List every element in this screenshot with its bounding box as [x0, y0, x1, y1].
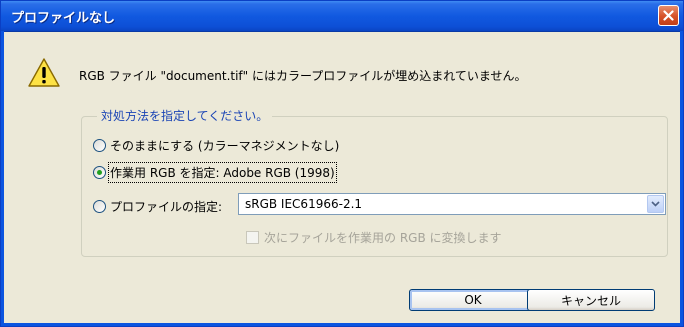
window-frame-right — [680, 31, 683, 326]
convert-checkbox — [246, 231, 259, 244]
radio-label: そのままにする (カラーマネジメントなし) — [110, 139, 340, 153]
message-text: RGB ファイル "document.tif" にはカラープロファイルが埋め込ま… — [79, 69, 527, 83]
close-button[interactable] — [658, 5, 679, 26]
profile-dropdown[interactable]: sRGB IEC61966-2.1 — [238, 193, 666, 215]
close-icon — [663, 10, 674, 21]
convert-checkbox-label: 次にファイルを作業用の RGB に変換します — [264, 231, 502, 245]
radio-leave-as-is[interactable]: そのままにする (カラーマネジメントなし) — [93, 137, 339, 154]
warning-icon — [28, 58, 60, 87]
radio-label: プロファイルの指定: — [110, 200, 223, 214]
radio-label: 作業用 RGB を指定: Adobe RGB (1998) — [108, 162, 337, 183]
cancel-button[interactable]: キャンセル — [527, 289, 655, 311]
radio-button[interactable] — [93, 200, 106, 213]
title-bar[interactable]: プロファイルなし — [1, 1, 683, 32]
window-frame-left — [1, 31, 4, 326]
chevron-down-icon — [651, 201, 660, 207]
radio-assign-working-rgb[interactable]: 作業用 RGB を指定: Adobe RGB (1998) — [93, 162, 337, 183]
radio-button[interactable] — [93, 139, 106, 152]
convert-checkbox-row: 次にファイルを作業用の RGB に変換します — [246, 229, 502, 246]
dialog-title: プロファイルなし — [11, 11, 116, 26]
ok-button[interactable]: OK — [409, 289, 537, 311]
dialog-window: プロファイルなし RGB ファイル "document.tif" にはカラープロ… — [0, 0, 684, 327]
window-frame-bottom — [1, 323, 683, 326]
radio-button-selected[interactable] — [93, 166, 106, 179]
profile-dropdown-value: sRGB IEC61966-2.1 — [245, 197, 363, 211]
radio-assign-profile[interactable]: プロファイルの指定: — [93, 198, 222, 215]
group-legend: 対処方法を指定してください。 — [97, 107, 273, 124]
dropdown-arrow-button[interactable] — [647, 195, 664, 213]
